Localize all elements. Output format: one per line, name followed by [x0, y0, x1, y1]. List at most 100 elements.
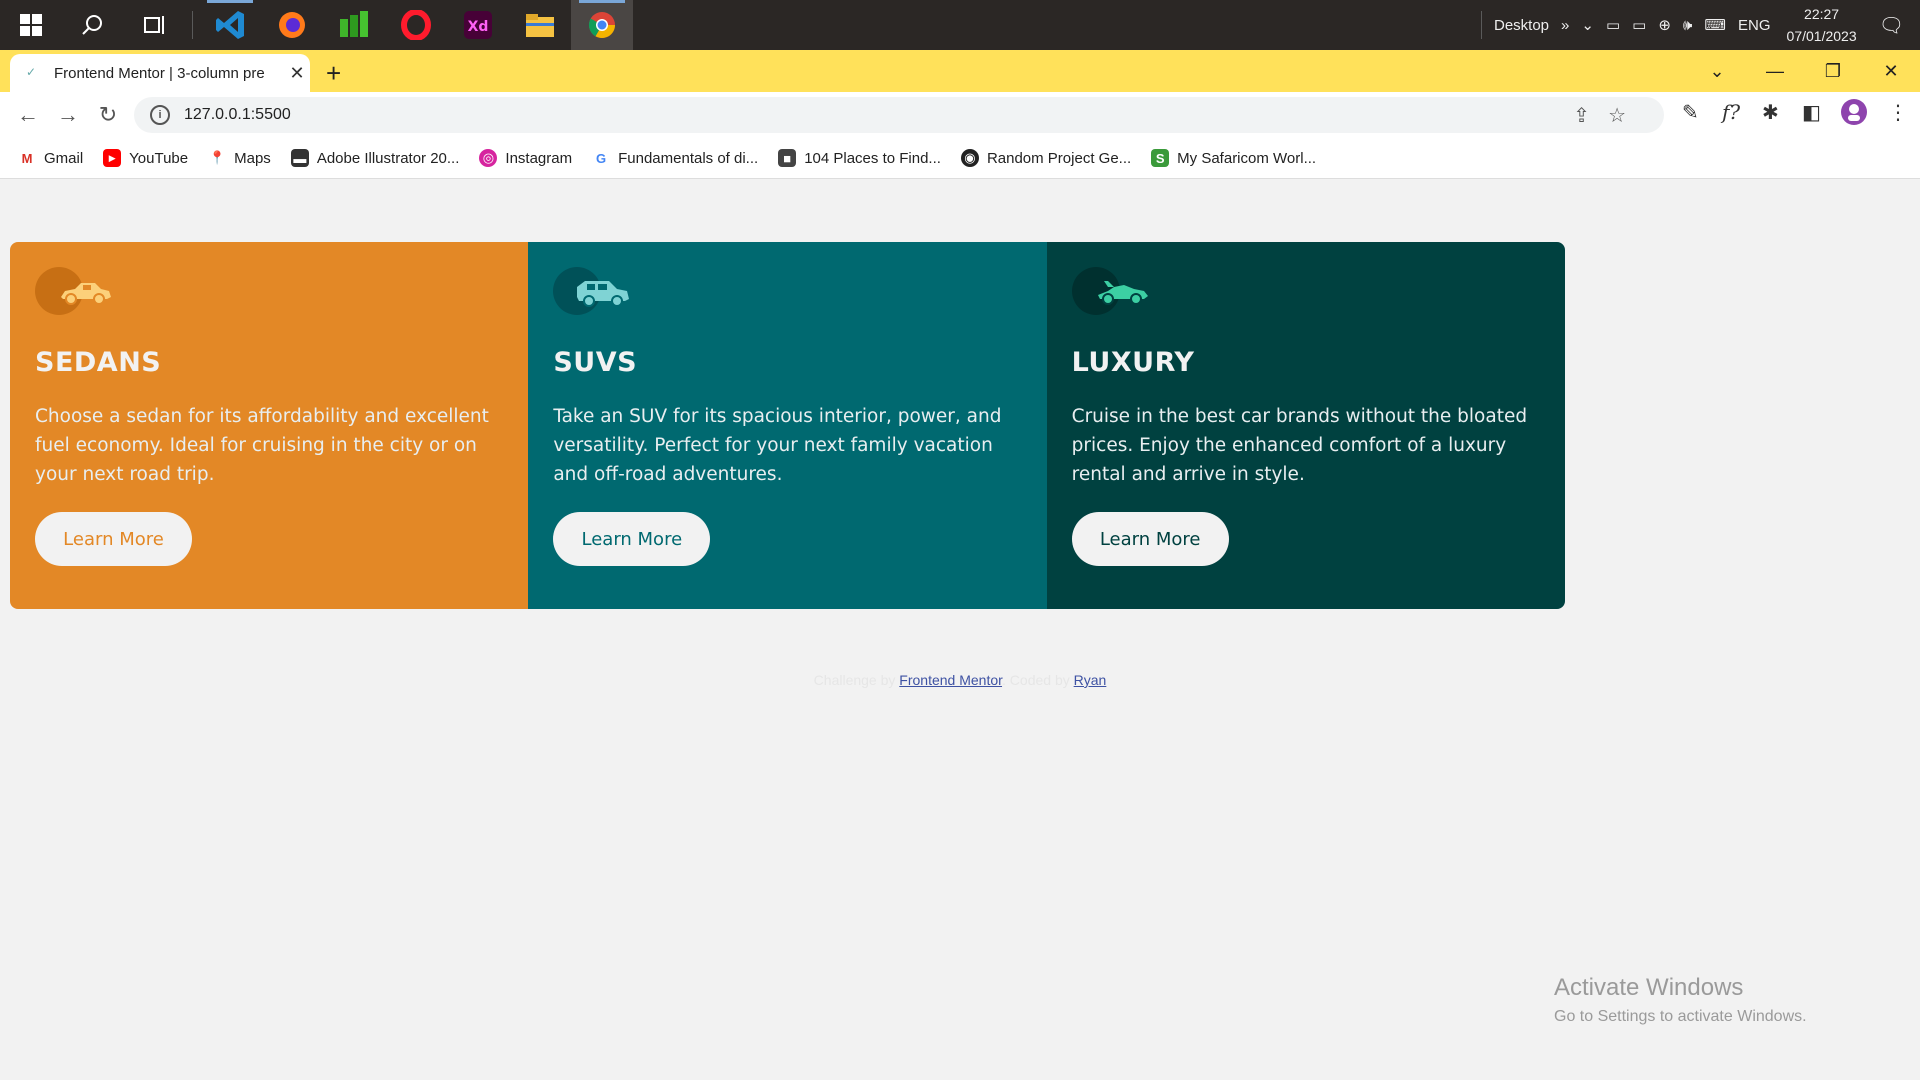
bookmark-maps[interactable]: 📍 Maps: [208, 149, 271, 167]
extensions-puzzle-icon[interactable]: ✱: [1762, 100, 1779, 125]
attribution-prefix: Challenge by: [813, 672, 896, 688]
bookmark-label: YouTube: [129, 149, 189, 167]
bookmark-youtube[interactable]: ▶ YouTube: [103, 149, 188, 167]
desktop-toolbar-label[interactable]: Desktop: [1494, 17, 1549, 34]
task-view-icon: [144, 16, 164, 34]
bookmark-safaricom[interactable]: S My Safaricom Worl...: [1151, 149, 1316, 167]
notifications-icon[interactable]: 🗨: [1879, 13, 1904, 38]
opera-button[interactable]: [385, 0, 447, 50]
google-icon: G: [592, 149, 611, 167]
gmail-icon: M: [18, 149, 36, 167]
bookmark-label: Instagram: [505, 149, 573, 167]
language-indicator[interactable]: ENG: [1738, 17, 1771, 34]
tab-favicon-icon: ✓: [26, 65, 37, 79]
card-group: SEDANS Choose a sedan for its affordabil…: [10, 242, 1565, 609]
card-description: Cruise in the best car brands without th…: [1071, 406, 1528, 485]
card-description: Take an SUV for its spacious interior, p…: [553, 406, 1002, 485]
search-icon: [82, 15, 102, 35]
bookmark-label: My Safaricom Worl...: [1177, 149, 1317, 167]
card-description: Choose a sedan for its affordability and…: [35, 406, 489, 485]
task-view-button[interactable]: [124, 0, 186, 50]
formula-extension-icon[interactable]: f?: [1722, 100, 1740, 124]
opera-icon: [401, 10, 431, 40]
network-globe-icon[interactable]: ⊕: [1658, 16, 1671, 34]
firefox-icon: [279, 12, 305, 38]
learn-more-button[interactable]: Learn More: [35, 512, 192, 566]
sedan-car-svg: [61, 283, 111, 305]
keyboard-icon[interactable]: ⌨: [1704, 16, 1726, 34]
bookmark-label: Maps: [234, 149, 271, 167]
bookmark-instagram[interactable]: ◎ Instagram: [479, 149, 572, 167]
share-icon[interactable]: ⇪: [1573, 105, 1608, 127]
maps-icon: 📍: [208, 149, 227, 167]
bookmark-fundamentals[interactable]: G Fundamentals of di...: [592, 149, 758, 167]
back-icon[interactable]: ←: [8, 102, 48, 128]
tab-close-icon[interactable]: ✕: [284, 63, 310, 84]
bookmark-gmail[interactable]: M Gmail: [18, 149, 83, 167]
activate-windows-watermark: Activate Windows Go to Settings to activ…: [1554, 974, 1807, 1026]
bookmark-label: 104 Places to Find...: [804, 149, 941, 167]
url-text: 127.0.0.1:5500: [184, 106, 291, 123]
file-explorer-button[interactable]: [509, 0, 571, 50]
volume-icon[interactable]: 🕪: [1683, 17, 1692, 34]
restore-icon[interactable]: ❐: [1804, 61, 1862, 82]
folder-icon: [526, 14, 554, 37]
profile-avatar[interactable]: [1840, 98, 1868, 132]
learn-more-button[interactable]: Learn More: [553, 512, 711, 566]
system-tray: Desktop » ⌄ ▭ ▭ ⊕ 🕪 ⌨ ENG 22:27 07/01/20…: [1475, 0, 1920, 50]
vscode-button[interactable]: [199, 0, 261, 50]
forward-icon[interactable]: →: [48, 102, 88, 128]
more-menu-icon[interactable]: ⋮: [1888, 100, 1908, 125]
taskbar-separator: [192, 11, 193, 39]
youtube-icon: ▶: [103, 149, 122, 167]
green-app-icon: [340, 11, 368, 37]
minimize-icon[interactable]: —: [1746, 61, 1804, 82]
search-button[interactable]: [62, 0, 124, 50]
firefox-button[interactable]: [261, 0, 323, 50]
bookmark-label: Adobe Illustrator 20...: [316, 149, 460, 167]
window-controls: ⌄ — ❐ ✕: [1688, 50, 1920, 92]
bookmark-104-places[interactable]: ■ 104 Places to Find...: [778, 149, 941, 167]
color-picker-extension-icon[interactable]: ✎: [1682, 100, 1699, 125]
tab-search-icon[interactable]: ⌄: [1688, 61, 1746, 82]
clock-date: 07/01/2023: [1786, 28, 1857, 44]
new-tab-icon[interactable]: +: [326, 58, 341, 89]
safaricom-icon: S: [1151, 149, 1170, 167]
attribution: Challenge by Frontend Mentor. Coded by R…: [0, 672, 1920, 688]
address-bar-actions: ⇪☆: [1573, 103, 1644, 128]
reload-icon[interactable]: ↻: [88, 102, 128, 128]
browser-tab-strip: ✓ Frontend Mentor | 3-column pre ✕ +: [0, 50, 1920, 92]
chevron-down-icon[interactable]: ⌄: [1581, 16, 1594, 34]
meet-now-icon[interactable]: ▭: [1606, 16, 1620, 34]
tab-title: Frontend Mentor | 3-column pre: [54, 64, 265, 82]
bookmark-star-icon[interactable]: ☆: [1608, 105, 1644, 127]
sedan-icon: [35, 267, 115, 317]
clock[interactable]: 22:27 07/01/2023: [1787, 3, 1857, 47]
address-bar[interactable]: i 127.0.0.1:5500 ⇪☆: [134, 97, 1664, 133]
green-app-button[interactable]: [323, 0, 385, 50]
bookmark-label: Random Project Ge...: [986, 149, 1132, 167]
card-title: SEDANS: [35, 347, 162, 378]
attribution-middle: . Coded by: [1002, 672, 1070, 688]
windows-start-button[interactable]: [0, 0, 62, 50]
author-link[interactable]: Ryan: [1074, 672, 1107, 688]
adobe-xd-button[interactable]: Xd: [447, 0, 509, 50]
svg-text:Xd: Xd: [468, 19, 489, 35]
illustrator-icon: ▬: [290, 149, 309, 167]
bookmark-illustrator[interactable]: ▬ Adobe Illustrator 20...: [290, 149, 460, 167]
luxury-car-icon: [1071, 267, 1152, 317]
browser-tab[interactable]: ✓ Frontend Mentor | 3-column pre ✕: [10, 54, 310, 92]
chrome-button[interactable]: [571, 0, 633, 50]
close-window-icon[interactable]: ✕: [1862, 61, 1920, 82]
suv-icon: [553, 267, 633, 317]
bookmark-random-project[interactable]: ◉ Random Project Ge...: [960, 149, 1132, 167]
card-title: SUVS: [553, 347, 638, 378]
watermark-title: Activate Windows: [1554, 974, 1744, 1001]
toolbar-expand-icon[interactable]: »: [1561, 17, 1569, 34]
battery-icon[interactable]: ▭: [1632, 16, 1646, 34]
side-panel-icon[interactable]: ◧: [1802, 100, 1821, 125]
site-info-icon[interactable]: i: [150, 105, 170, 125]
browser-toolbar: ← → ↻ i 127.0.0.1:5500 ⇪☆: [0, 92, 1920, 138]
learn-more-button[interactable]: Learn More: [1071, 512, 1229, 566]
frontend-mentor-link[interactable]: Frontend Mentor: [899, 672, 1002, 688]
